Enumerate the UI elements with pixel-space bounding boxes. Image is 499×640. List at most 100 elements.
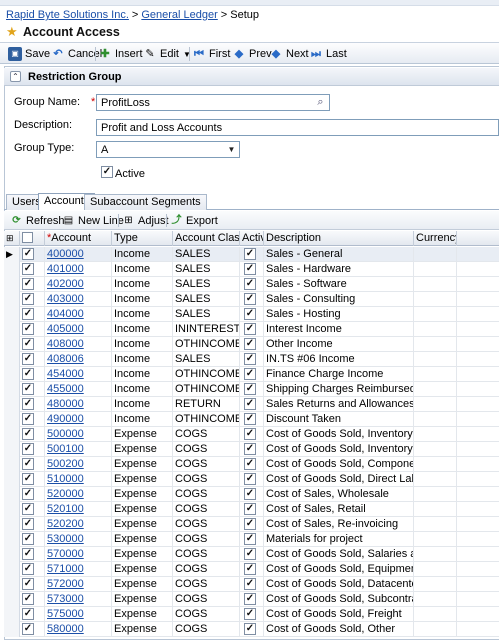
row-checkbox[interactable]: ✓ <box>22 278 34 290</box>
active-checkbox[interactable]: ✓ <box>244 368 256 380</box>
table-row[interactable]: ✓ 580000 Expense COGS ✓ Cost of Goods Sold, O… <box>4 622 499 637</box>
row-checkbox[interactable]: ✓ <box>22 503 34 515</box>
active-checkbox[interactable]: ✓ <box>244 458 256 470</box>
active-checkbox[interactable]: ✓ <box>244 383 256 395</box>
account-link[interactable]: 408000 <box>45 337 112 352</box>
row-selector[interactable] <box>4 322 20 337</box>
account-link[interactable]: 400000 <box>45 247 112 262</box>
row-checkbox[interactable]: ✓ <box>22 608 34 620</box>
column-header-account-class[interactable]: Account Class <box>173 231 240 246</box>
row-checkbox[interactable]: ✓ <box>22 428 34 440</box>
row-selector[interactable] <box>4 472 20 487</box>
row-checkbox[interactable]: ✓ <box>22 578 34 590</box>
row-selector[interactable] <box>4 517 20 532</box>
active-checkbox[interactable]: ✓ <box>244 533 256 545</box>
row-checkbox[interactable]: ✓ <box>22 338 34 350</box>
active-checkbox[interactable]: ✓ <box>244 563 256 575</box>
adjust-button[interactable]: ⊞ Adjust <box>122 213 168 228</box>
active-checkbox[interactable]: ✓ <box>244 518 256 530</box>
table-row[interactable]: ▶ ✓ 400000 Income SALES ✓ Sales - General <box>4 247 499 262</box>
active-checkbox[interactable]: ✓ <box>244 278 256 290</box>
account-link[interactable]: 580000 <box>45 622 112 637</box>
table-row[interactable]: ✓ 402000 Income SALES ✓ Sales - Software <box>4 277 499 292</box>
table-row[interactable]: ✓ 455000 Income OTHINCOME ✓ Shipping Charges … <box>4 382 499 397</box>
account-link[interactable]: 500000 <box>45 427 112 442</box>
column-header-active[interactable]: Active <box>240 231 264 246</box>
row-selector[interactable] <box>4 412 20 427</box>
row-checkbox[interactable]: ✓ <box>22 458 34 470</box>
account-link[interactable]: 520200 <box>45 517 112 532</box>
account-link[interactable]: 402000 <box>45 277 112 292</box>
account-link[interactable]: 454000 <box>45 367 112 382</box>
new-line-button[interactable]: ▤ New Line <box>62 213 124 228</box>
save-button[interactable]: ▣ Save <box>8 46 50 62</box>
account-link[interactable]: 570000 <box>45 547 112 562</box>
account-link[interactable]: 405000 <box>45 322 112 337</box>
table-row[interactable]: ✓ 520200 Expense COGS ✓ Cost of Sales, Re-inv… <box>4 517 499 532</box>
table-row[interactable]: ✓ 500200 Expense COGS ✓ Cost of Goods Sold, C… <box>4 457 499 472</box>
row-checkbox[interactable]: ✓ <box>22 548 34 560</box>
active-checkbox[interactable]: ✓ <box>244 323 256 335</box>
table-row[interactable]: ✓ 401000 Income SALES ✓ Sales - Hardware <box>4 262 499 277</box>
row-selector[interactable] <box>4 442 20 457</box>
table-row[interactable]: ✓ 510000 Expense COGS ✓ Cost of Goods Sold, D… <box>4 472 499 487</box>
active-checkbox[interactable]: ✓ <box>244 293 256 305</box>
account-link[interactable]: 490000 <box>45 412 112 427</box>
active-checkbox[interactable]: ✓ <box>244 353 256 365</box>
row-selector[interactable] <box>4 547 20 562</box>
active-checkbox[interactable]: ✓ <box>244 488 256 500</box>
active-checkbox[interactable]: ✓ <box>244 443 256 455</box>
table-row[interactable]: ✓ 520000 Expense COGS ✓ Cost of Sales, Wholes… <box>4 487 499 502</box>
account-link[interactable]: 573000 <box>45 592 112 607</box>
row-checkbox[interactable]: ✓ <box>22 398 34 410</box>
row-checkbox[interactable]: ✓ <box>22 533 34 545</box>
table-row[interactable]: ✓ 408000 Income OTHINCOME ✓ Other Income <box>4 337 499 352</box>
row-selector[interactable] <box>4 382 20 397</box>
group-name-field[interactable]: ProfitLoss ⌕ <box>96 94 330 111</box>
row-selector[interactable] <box>4 307 20 322</box>
row-checkbox[interactable]: ✓ <box>22 248 34 260</box>
row-checkbox[interactable]: ✓ <box>22 308 34 320</box>
row-selector[interactable] <box>4 262 20 277</box>
account-link[interactable]: 510000 <box>45 472 112 487</box>
table-row[interactable]: ✓ 404000 Income SALES ✓ Sales - Hosting <box>4 307 499 322</box>
account-link[interactable]: 401000 <box>45 262 112 277</box>
account-link[interactable]: 500200 <box>45 457 112 472</box>
account-link[interactable]: 520000 <box>45 487 112 502</box>
row-checkbox[interactable]: ✓ <box>22 383 34 395</box>
table-row[interactable]: ✓ 500000 Expense COGS ✓ Cost of Goods Sold, I… <box>4 427 499 442</box>
row-selector[interactable] <box>4 532 20 547</box>
row-selector[interactable] <box>4 292 20 307</box>
table-row[interactable]: ✓ 454000 Income OTHINCOME ✓ Finance Charge In… <box>4 367 499 382</box>
active-checkbox[interactable]: ✓ <box>244 548 256 560</box>
next-button[interactable]: ◆ Next <box>269 46 309 62</box>
row-checkbox[interactable]: ✓ <box>22 353 34 365</box>
row-checkbox[interactable]: ✓ <box>22 413 34 425</box>
row-selector[interactable] <box>4 577 20 592</box>
row-selector[interactable] <box>4 397 20 412</box>
row-selector[interactable] <box>4 562 20 577</box>
row-checkbox[interactable]: ✓ <box>22 443 34 455</box>
table-row[interactable]: ✓ 571000 Expense COGS ✓ Cost of Goods Sold, E… <box>4 562 499 577</box>
table-row[interactable]: ✓ 573000 Expense COGS ✓ Cost of Goods Sold, S… <box>4 592 499 607</box>
table-row[interactable]: ✓ 405000 Income ININTEREST ✓ Interest Income <box>4 322 499 337</box>
table-row[interactable]: ✓ 408006 Income SALES ✓ IN.TS #06 Income <box>4 352 499 367</box>
row-selector[interactable] <box>4 607 20 622</box>
row-selector[interactable] <box>4 367 20 382</box>
column-header-account[interactable]: *Account <box>45 231 112 246</box>
account-link[interactable]: 571000 <box>45 562 112 577</box>
account-link[interactable]: 500100 <box>45 442 112 457</box>
row-checkbox[interactable]: ✓ <box>22 593 34 605</box>
active-checkbox[interactable]: ✓ <box>244 398 256 410</box>
last-button[interactable]: ⏭ Last <box>309 46 347 62</box>
select-all-checkbox[interactable] <box>22 232 33 243</box>
row-checkbox[interactable]: ✓ <box>22 488 34 500</box>
account-link[interactable]: 403000 <box>45 292 112 307</box>
table-row[interactable]: ✓ 500100 Expense COGS ✓ Cost of Goods Sold, I… <box>4 442 499 457</box>
lookup-icon[interactable]: ⌕ <box>314 96 327 109</box>
account-link[interactable]: 480000 <box>45 397 112 412</box>
row-selector[interactable] <box>4 277 20 292</box>
favorite-star-icon[interactable]: ★ <box>6 24 18 40</box>
row-selector[interactable] <box>4 427 20 442</box>
row-checkbox[interactable]: ✓ <box>22 473 34 485</box>
